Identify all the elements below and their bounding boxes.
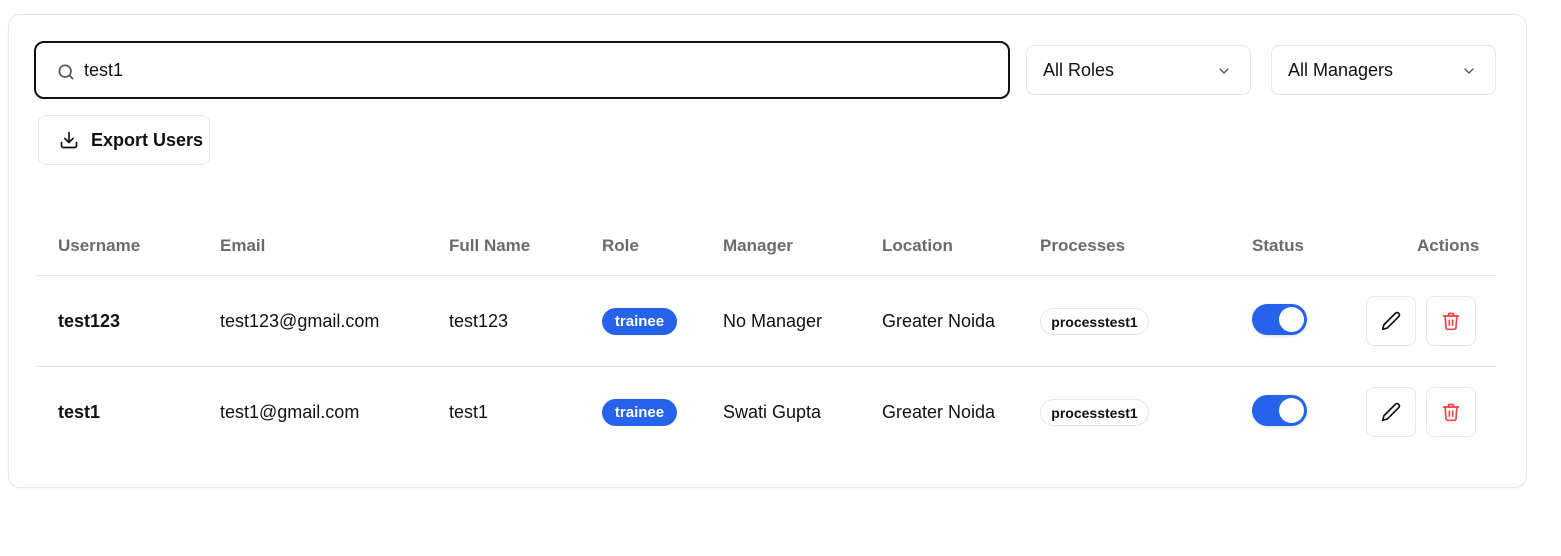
export-users-label: Export Users [91,129,204,150]
username-cell: test123 [58,311,121,331]
role-badge: trainee [602,308,677,335]
header-email[interactable]: Email [220,236,265,256]
full-name-cell: test1 [449,402,489,422]
pencil-icon [1381,402,1401,422]
edit-button[interactable] [1366,296,1416,346]
header-status[interactable]: Status [1252,236,1304,256]
manager-cell: Swati Gupta [723,402,822,422]
manager-filter-value: All Managers [1288,59,1394,80]
email-cell: test1@gmail.com [220,402,360,422]
pencil-icon [1381,311,1401,331]
manager-cell: No Manager [723,311,823,331]
header-full-name[interactable]: Full Name [449,236,530,256]
header-username[interactable]: Username [58,236,140,256]
header-divider [37,275,1496,276]
process-badge: processtest1 [1040,399,1149,426]
delete-button[interactable] [1426,387,1476,437]
header-location[interactable]: Location [882,236,953,256]
search-icon [58,64,74,80]
search-input[interactable] [84,55,984,85]
toggle-knob [1279,307,1304,332]
header-manager[interactable]: Manager [723,236,793,256]
manager-filter-select[interactable]: All Managers [1271,45,1496,95]
process-badge: processtest1 [1040,308,1149,335]
role-filter-select[interactable]: All Roles [1026,45,1251,95]
edit-button[interactable] [1366,387,1416,437]
trash-icon [1442,312,1460,331]
username-cell: test1 [58,402,101,422]
export-users-button[interactable]: Export Users [38,115,210,165]
role-badge: trainee [602,399,677,426]
email-cell: test123@gmail.com [220,311,380,331]
header-actions: Actions [1417,236,1480,255]
chevron-down-icon [1464,68,1474,74]
status-toggle[interactable] [1252,395,1307,426]
status-toggle[interactable] [1252,304,1307,335]
search-box[interactable] [34,41,1010,99]
header-processes[interactable]: Processes [1040,236,1125,256]
download-icon [60,131,78,149]
delete-button[interactable] [1426,296,1476,346]
location-cell: Greater Noida [882,311,996,331]
role-filter-value: All Roles [1043,59,1115,80]
full-name-cell: test123 [449,311,509,331]
location-cell: Greater Noida [882,402,996,422]
toggle-knob [1279,398,1304,423]
row-divider [37,366,1496,367]
trash-icon [1442,403,1460,422]
header-role[interactable]: Role [602,236,639,256]
chevron-down-icon [1219,68,1229,74]
